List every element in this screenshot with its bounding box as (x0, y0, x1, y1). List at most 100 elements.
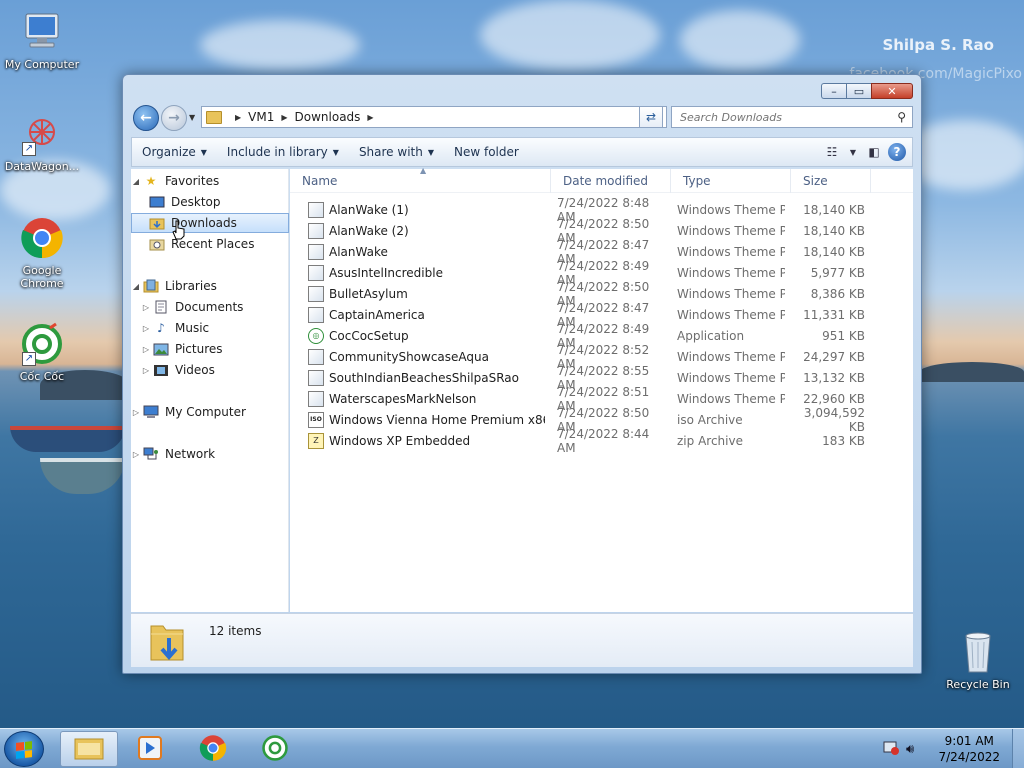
iso-archive-icon: ISO (308, 411, 324, 428)
start-button[interactable] (4, 731, 44, 767)
cell-name: AlanWake (290, 243, 545, 260)
nav-favorites[interactable]: ◢ ★ Favorites (131, 171, 289, 191)
collapsed-arrow-icon[interactable]: ▷ (141, 324, 151, 333)
nav-my-computer[interactable]: ▷ My Computer (131, 402, 289, 422)
desktop-icon-recycle-bin[interactable]: Recycle Bin (936, 630, 1020, 691)
change-view-button[interactable]: ☷ (818, 141, 846, 163)
forward-button[interactable]: → (161, 105, 187, 131)
minimize-button[interactable]: – (821, 83, 846, 99)
view-options-dropdown[interactable]: ▼ (846, 141, 860, 163)
column-header-label: Name (302, 174, 338, 188)
taskbar-chrome[interactable] (184, 731, 242, 767)
preview-pane-button[interactable]: ◧ (860, 141, 888, 163)
organize-label: Organize (142, 145, 196, 159)
recent-pages-dropdown[interactable]: ▼ (189, 113, 195, 122)
file-name: CaptainAmerica (329, 307, 425, 322)
back-button[interactable]: ← (133, 105, 159, 131)
collapsed-arrow-icon[interactable]: ▷ (131, 450, 141, 459)
chevron-right-icon[interactable]: ▶ (281, 113, 287, 122)
nav-downloads[interactable]: Downloads (131, 213, 289, 233)
include-in-library-label: Include in library (226, 145, 328, 159)
cell-size: 8,386 KB (810, 286, 865, 301)
column-header-type[interactable]: Type (671, 169, 791, 193)
desktop-icon-my-computer[interactable]: My Computer (0, 10, 84, 71)
expand-arrow-icon[interactable]: ◢ (131, 282, 141, 291)
taskbar-media-player[interactable] (122, 731, 180, 767)
close-button[interactable]: ✕ (871, 83, 913, 99)
network-icon (143, 447, 159, 461)
include-in-library-button[interactable]: Include in library ▼ (217, 138, 349, 166)
cell-size: 22,960 KB (803, 391, 865, 406)
column-header-name[interactable]: ▲ Name (290, 166, 551, 193)
clock[interactable]: 9:01 AM 7/24/2022 (938, 733, 1000, 765)
cell-size: 24,297 KB (803, 349, 865, 364)
desktop-icon-coc-coc[interactable]: ↗ Cốc Cốc (0, 322, 84, 383)
refresh-icon: ⇄ (645, 110, 657, 124)
file-name: AlanWake (1) (329, 202, 409, 217)
arrow-right-icon: → (168, 110, 180, 126)
search-icon[interactable]: ⚲ (897, 110, 906, 124)
desktop-icon-google-chrome[interactable]: Google Chrome (0, 216, 84, 290)
cell-date-modified: 7/24/2022 8:44 AM (557, 426, 650, 455)
table-row[interactable]: Z Windows XP Embedded 7/24/2022 8:44 AM zip… (290, 427, 913, 455)
cell-type: Windows Theme P... (677, 223, 785, 238)
video-film-icon (153, 363, 169, 377)
nav-videos[interactable]: ▷ Videos (131, 360, 289, 380)
help-button[interactable]: ? (888, 143, 906, 161)
cell-type: Application (677, 328, 745, 343)
cloud (480, 0, 660, 70)
cell-name: WaterscapesMarkNelson (290, 390, 545, 407)
documents-icon (153, 300, 169, 314)
nav-libraries[interactable]: ◢ Libraries (131, 276, 289, 296)
taskbar-coccoc[interactable] (246, 731, 304, 767)
cell-size: 951 KB (822, 328, 865, 343)
nav-label: Favorites (165, 174, 220, 188)
nav-pictures[interactable]: ▷ Pictures (131, 339, 289, 359)
collapsed-arrow-icon[interactable]: ▷ (141, 303, 151, 312)
breadcrumb-vm1[interactable]: VM1 (248, 110, 274, 124)
chevron-down-icon: ▼ (200, 147, 207, 157)
nav-desktop[interactable]: Desktop (131, 192, 289, 212)
nav-network[interactable]: ▷ Network (131, 444, 289, 464)
taskbar-explorer[interactable] (60, 731, 118, 767)
refresh-button[interactable]: ⇄ (639, 106, 663, 128)
cell-name: ISO Windows Vienna Home Premium x86 18.06… (290, 411, 545, 428)
cell-type: iso Archive (677, 412, 743, 427)
nav-label: Network (165, 447, 216, 461)
chevron-right-icon[interactable]: ▶ (367, 113, 373, 122)
collapsed-arrow-icon[interactable]: ▷ (141, 345, 151, 354)
explorer-window: – ▭ ✕ ← → ▼ ▶ VM1 ▶ Downloads ▶ ▼ ⇄ ⚲ Or… (122, 74, 922, 674)
chevron-down-icon: ▼ (332, 147, 339, 157)
new-folder-button[interactable]: New folder (444, 138, 529, 166)
nav-label: Libraries (165, 279, 217, 293)
nav-documents[interactable]: ▷ Documents (131, 297, 289, 317)
nav-music[interactable]: ▷ ♪ Music (131, 318, 289, 338)
network-warning-icon[interactable] (882, 740, 900, 759)
column-header-size[interactable]: Size (791, 169, 871, 193)
desktop-icon-label: Recycle Bin (946, 678, 1010, 691)
show-desktop-button[interactable] (1012, 729, 1024, 768)
maximize-button[interactable]: ▭ (846, 83, 871, 99)
cell-name: CommunityShowcaseAqua (290, 348, 545, 365)
search-box[interactable]: ⚲ (671, 106, 913, 128)
nav-recent-places[interactable]: Recent Places (131, 234, 289, 254)
column-header-date-modified[interactable]: Date modified (551, 169, 671, 193)
share-with-button[interactable]: Share with ▼ (349, 138, 444, 166)
address-bar[interactable]: ▶ VM1 ▶ Downloads ▶ ▼ (201, 106, 667, 128)
chevron-down-icon: ▼ (427, 147, 434, 157)
cell-type: zip Archive (677, 433, 743, 448)
chevron-right-icon[interactable]: ▶ (235, 113, 241, 122)
collapsed-arrow-icon[interactable]: ▷ (141, 366, 151, 375)
search-input[interactable] (680, 110, 890, 124)
organize-button[interactable]: Organize ▼ (132, 138, 217, 166)
expand-arrow-icon[interactable]: ◢ (131, 177, 141, 186)
breadcrumb-downloads[interactable]: Downloads (295, 110, 361, 124)
computer-icon (20, 10, 64, 54)
nav-label: Pictures (175, 342, 223, 356)
volume-icon[interactable]: 🔊︎ (906, 742, 914, 757)
boat (10, 426, 125, 452)
desktop-icon-datawagon[interactable]: ↗ DataWagon... (0, 112, 84, 173)
collapsed-arrow-icon[interactable]: ▷ (131, 408, 141, 417)
clock-time: 9:01 AM (944, 734, 994, 748)
sort-up-icon: ▲ (420, 166, 427, 175)
